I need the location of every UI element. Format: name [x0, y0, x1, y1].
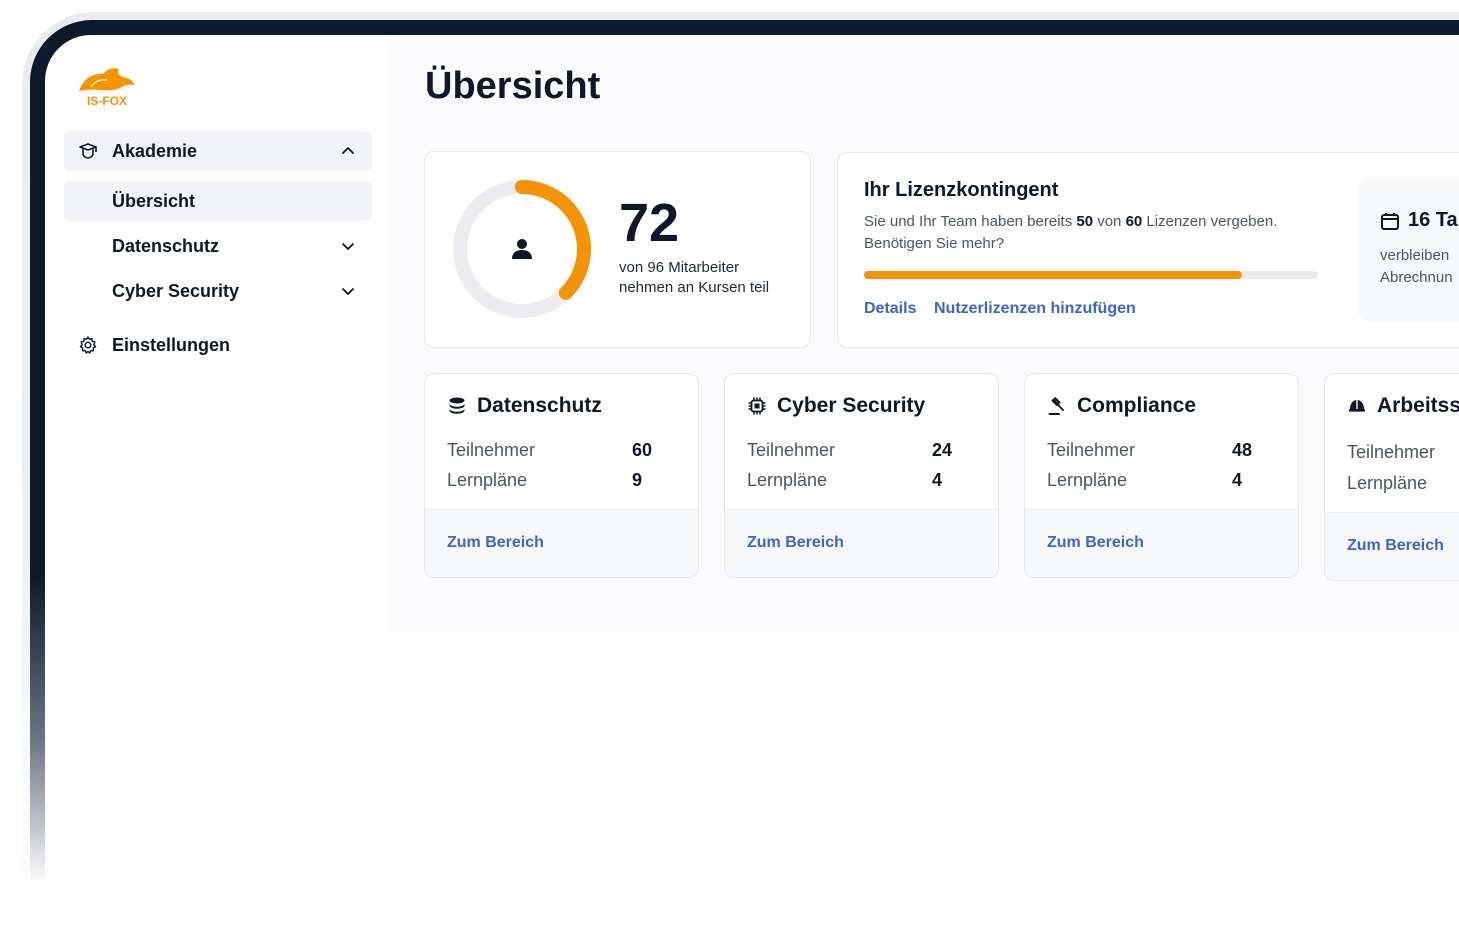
helmet-icon — [1349, 400, 1365, 412]
chip-icon — [748, 397, 766, 415]
category-card-arbeitssicherheit: Arbeitss Teilnehmer Lernpläne Zum Bereic… — [1324, 373, 1459, 581]
category-header: Arbeitss — [1347, 394, 1459, 418]
days-remaining-value: 16 Ta — [1408, 209, 1458, 231]
category-card-compliance: Compliance Teilnehmer 48 Lernpläne 4 Zum… — [1024, 373, 1299, 578]
participants-label: Teilnehmer — [1347, 442, 1436, 462]
license-progress-fill — [864, 271, 1243, 279]
days-remaining: 16 Ta — [1380, 209, 1458, 232]
gear-icon — [79, 336, 97, 354]
license-text-prefix: Sie und Ihr Team haben bereits — [864, 213, 1077, 230]
category-header: Cyber Security — [747, 394, 925, 418]
details-link[interactable]: Details — [864, 300, 916, 318]
license-text-mid: von — [1093, 213, 1126, 230]
license-title: Ihr Lizenzkontingent — [864, 179, 1059, 201]
category-footer: Zum Bereich — [1325, 512, 1459, 580]
category-title: Arbeitss — [1377, 394, 1459, 417]
participant-count: 72 — [619, 193, 680, 253]
category-card-datenschutz: Datenschutz Teilnehmer 60 Lernpläne 9 Zu… — [424, 373, 699, 578]
licenses-total: 60 — [1125, 213, 1143, 230]
sidebar-item-uebersicht[interactable]: Übersicht — [64, 181, 372, 221]
category-footer: Zum Bereich — [1025, 509, 1298, 577]
participation-card: 72 von 96 Mitarbeiter nehmen an Kursen t… — [424, 151, 811, 348]
zum-bereich-link[interactable]: Zum Bereich — [1047, 534, 1144, 552]
sidebar-item-label: Übersicht — [112, 191, 196, 211]
plans-value: 9 — [632, 470, 643, 490]
sidebar-item-label: Datenschutz — [112, 236, 220, 256]
sidebar-item-einstellungen[interactable]: Einstellungen — [64, 325, 372, 365]
license-progress-bar — [864, 271, 1318, 279]
database-icon — [449, 397, 465, 414]
user-icon — [512, 239, 532, 259]
billing-text: verbleiben Abrechnun — [1380, 245, 1453, 289]
participation-line1: von 96 Mitarbeiter — [619, 259, 740, 276]
participants-label: Teilnehmer — [447, 440, 536, 460]
zum-bereich-link[interactable]: Zum Bereich — [1347, 537, 1444, 555]
chevron-down-icon[interactable] — [340, 283, 356, 299]
participants-label: Teilnehmer — [747, 440, 836, 460]
license-text-line2: Benötigen Sie mehr? — [864, 235, 1005, 252]
sidebar-item-akademie[interactable]: Akademie — [64, 131, 372, 171]
participants-value: 48 — [1232, 440, 1253, 460]
participants-value: 60 — [632, 440, 653, 460]
zum-bereich-link[interactable]: Zum Bereich — [447, 534, 544, 552]
category-title: Compliance — [1077, 394, 1197, 417]
sidebar-item-label: Cyber Security — [112, 281, 240, 301]
plans-label: Lernpläne — [1047, 470, 1128, 490]
gavel-icon — [1048, 397, 1064, 415]
logo-text: IS-FOX — [87, 94, 127, 107]
billing-text-line1: verbleiben — [1380, 247, 1450, 264]
category-title: Cyber Security — [777, 394, 926, 417]
app-screen: IS-FOX Akademie Übersicht Datenschutz Cy… — [45, 35, 1459, 935]
category-header: Compliance — [1047, 394, 1196, 418]
category-card-cyber-security: Cyber Security Teilnehmer 24 Lernpläne 4… — [724, 373, 999, 578]
plans-value: 4 — [932, 470, 943, 490]
billing-text-line2: Abrechnun — [1380, 269, 1453, 286]
sidebar-item-datenschutz[interactable]: Datenschutz — [64, 226, 372, 266]
plans-value: 4 — [1232, 470, 1243, 490]
sidebar-item-label: Akademie — [112, 141, 198, 161]
participants-label: Teilnehmer — [1047, 440, 1136, 460]
plans-label: Lernpläne — [747, 470, 828, 490]
plans-label: Lernpläne — [447, 470, 528, 490]
page-title: Übersicht — [425, 65, 601, 107]
add-licenses-link[interactable]: Nutzerlizenzen hinzufügen — [934, 300, 1136, 318]
category-footer: Zum Bereich — [725, 509, 998, 577]
is-fox-logo: IS-FOX — [79, 68, 135, 107]
calendar-icon — [1381, 212, 1399, 230]
sidebar-item-label: Einstellungen — [112, 335, 231, 355]
participation-text: von 96 Mitarbeiter nehmen an Kursen teil — [619, 258, 799, 298]
zum-bereich-link[interactable]: Zum Bereich — [747, 534, 844, 552]
category-header: Datenschutz — [447, 394, 602, 418]
category-title: Datenschutz — [477, 394, 602, 417]
category-footer: Zum Bereich — [425, 509, 698, 577]
chevron-up-icon[interactable] — [340, 143, 356, 159]
license-text-suffix: Lizenzen vergeben. — [1142, 213, 1278, 230]
license-card: Ihr Lizenzkontingent Sie und Ihr Team ha… — [837, 152, 1459, 348]
participants-value: 24 — [932, 440, 953, 460]
chevron-down-icon[interactable] — [340, 238, 356, 254]
license-text: Sie und Ihr Team haben bereits 50 von 60… — [864, 211, 1334, 255]
billing-box: 16 Ta verbleiben Abrechnun — [1358, 179, 1459, 321]
participation-line2: nehmen an Kursen teil — [619, 279, 770, 296]
plans-label: Lernpläne — [1347, 473, 1428, 493]
graduation-cap-icon — [79, 143, 97, 159]
sidebar-item-cyber-security[interactable]: Cyber Security — [64, 271, 372, 311]
licenses-used: 50 — [1076, 213, 1094, 230]
